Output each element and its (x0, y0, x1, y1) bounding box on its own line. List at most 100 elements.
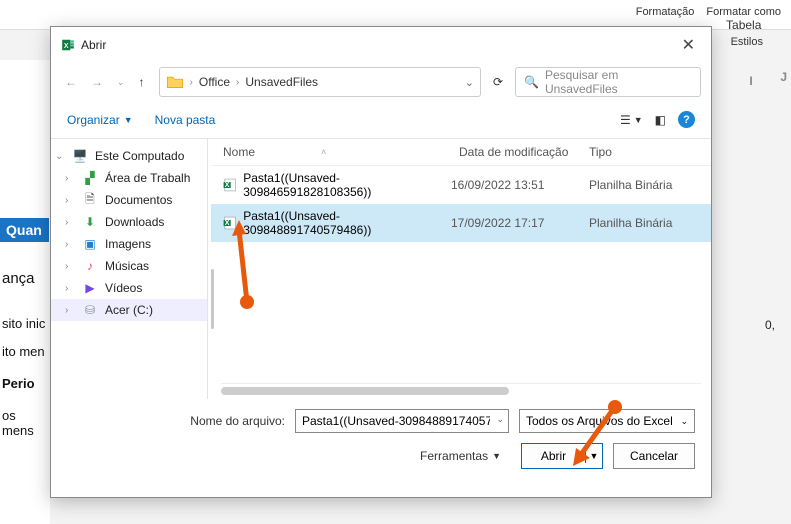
file-name: Pasta1((Unsaved-309846591828108356)) (243, 171, 443, 199)
sheet-cell: os mens (0, 406, 50, 440)
nav-pictures[interactable]: ›▣Imagens (51, 233, 207, 255)
sheet-header-cell: Quan (0, 218, 49, 242)
titlebar: X Abrir ✕ (51, 27, 711, 63)
cancel-button[interactable]: Cancelar (613, 443, 695, 469)
nav-this-pc[interactable]: ⌄🖥️Este Computado (51, 145, 207, 167)
forward-button: → (91, 75, 103, 89)
refresh-button[interactable]: ⟳ (487, 75, 509, 89)
sheet-cell: ito men (0, 342, 47, 361)
folder-icon (166, 75, 184, 89)
open-button[interactable]: Abrir ▼ (521, 443, 603, 469)
documents-icon: 🗎 (81, 192, 99, 208)
file-row[interactable]: X Pasta1((Unsaved-309848891740579486)) 17… (211, 204, 711, 242)
chevron-down-icon: ⌄ (55, 151, 65, 162)
sheet-cell-value: 0, (765, 318, 775, 332)
breadcrumb[interactable]: Office (199, 75, 230, 89)
nav-videos[interactable]: ›▶Vídeos (51, 277, 207, 299)
file-type: Planilha Binária (589, 216, 699, 230)
file-date: 16/09/2022 13:51 (451, 178, 581, 192)
recent-dd[interactable]: ⌄ (117, 77, 125, 88)
sheet-cell: Perio (0, 374, 37, 393)
tools-menu[interactable]: Ferramentas▼ (420, 449, 501, 463)
music-icon: ♪ (81, 258, 99, 274)
address-dropdown[interactable]: ⌄ (465, 76, 474, 89)
desktop-icon: ▞ (81, 170, 99, 186)
view-mode-button[interactable]: ☰▼ (620, 113, 643, 127)
filetype-value: Todos os Arquivos do Excel (526, 414, 673, 428)
col-date[interactable]: Data de modificação (459, 145, 589, 159)
preview-pane-button[interactable]: ◧ (655, 113, 666, 127)
excel-file-icon: X (223, 177, 237, 193)
file-date: 17/09/2022 17:17 (451, 216, 581, 230)
ribbon-format-as-table[interactable]: Formatar comoTabela (706, 6, 781, 23)
sheet-cell: ança (0, 268, 37, 289)
breadcrumb[interactable]: UnsavedFiles (245, 75, 318, 89)
list-icon: ☰ (620, 113, 631, 127)
col-name[interactable]: Nome˄ (223, 145, 459, 159)
chevron-down-icon[interactable]: ⌄ (496, 414, 504, 425)
chevron-right-icon: › (65, 283, 75, 294)
filetype-select[interactable]: Todos os Arquivos do Excel ⌄ (519, 409, 695, 433)
nav-drive-c[interactable]: ›⛁Acer (C:) (51, 299, 207, 321)
column-headers: Nome˄ Data de modificação Tipo (211, 139, 711, 166)
chevron-down-icon: ⌄ (680, 416, 688, 427)
sort-indicator-icon: ˄ (321, 147, 326, 157)
nav-documents[interactable]: ›🗎Documentos (51, 189, 207, 211)
nav-tree: ⌄🖥️Este Computado ›▞Área de Trabalh ›🗎Do… (51, 139, 207, 399)
col-type[interactable]: Tipo (589, 145, 699, 159)
chevron-right-icon: › (65, 173, 75, 184)
nav-music[interactable]: ›♪Músicas (51, 255, 207, 277)
toolbar: Organizar▼ Nova pasta ☰▼ ◧ ? (51, 105, 711, 139)
open-button-main[interactable]: Abrir (522, 449, 586, 463)
pc-icon: 🖥️ (71, 148, 89, 164)
sheet-left-column: Quan ança sito inic ito men Perio os men… (0, 60, 50, 524)
open-button-dropdown[interactable]: ▼ (586, 451, 602, 461)
pictures-icon: ▣ (81, 236, 99, 252)
chevron-right-icon: › (65, 195, 75, 206)
file-type: Planilha Binária (589, 178, 699, 192)
ribbon-conditional-formatting[interactable]: Formatação (636, 6, 695, 23)
svg-text:X: X (225, 219, 230, 227)
chevron-right-icon: › (65, 305, 75, 316)
chevron-right-icon: › (65, 239, 75, 250)
chevron-right-icon: › (65, 217, 75, 228)
chevron-right-icon[interactable]: › (236, 77, 239, 88)
help-button[interactable]: ? (678, 111, 695, 128)
drive-icon: ⛁ (81, 302, 99, 318)
videos-icon: ▶ (81, 280, 99, 296)
chevron-right-icon[interactable]: › (190, 77, 193, 88)
new-folder-button[interactable]: Nova pasta (155, 113, 216, 127)
svg-text:X: X (64, 43, 69, 50)
preview-icon: ◧ (655, 113, 666, 127)
search-icon: 🔍 (524, 75, 539, 89)
dialog-title: Abrir (81, 38, 676, 52)
nav-row: ← → ⌄ ↑ › Office › UnsavedFiles ⌄ ⟳ 🔍 Pe… (51, 63, 711, 105)
filename-input[interactable] (295, 409, 509, 433)
search-input[interactable]: 🔍 Pesquisar em UnsavedFiles (515, 67, 701, 97)
file-name: Pasta1((Unsaved-309848891740579486)) (243, 209, 443, 237)
excel-icon: X (61, 38, 75, 52)
nav-desktop[interactable]: ›▞Área de Trabalh (51, 167, 207, 189)
chevron-right-icon: › (65, 261, 75, 272)
nav-downloads[interactable]: ›⬇Downloads (51, 211, 207, 233)
svg-text:X: X (225, 181, 230, 189)
download-icon: ⬇ (81, 214, 99, 230)
search-placeholder: Pesquisar em UnsavedFiles (545, 68, 692, 96)
filename-label: Nome do arquivo: (190, 414, 285, 428)
chevron-down-icon: ▼ (492, 451, 501, 461)
ribbon-styles-group: Estilos (703, 30, 791, 54)
chevron-down-icon: ▼ (124, 115, 133, 125)
horizontal-scrollbar[interactable] (221, 383, 701, 399)
up-button[interactable]: ↑ (139, 75, 145, 89)
address-bar[interactable]: › Office › UnsavedFiles ⌄ (159, 67, 481, 97)
column-header[interactable]: I (711, 70, 791, 92)
organize-menu[interactable]: Organizar▼ (67, 113, 133, 127)
file-row[interactable]: X Pasta1((Unsaved-309846591828108356)) 16… (211, 166, 711, 204)
open-dialog: X Abrir ✕ ← → ⌄ ↑ › Office › UnsavedFile… (50, 26, 712, 498)
file-list: Nome˄ Data de modificação Tipo X Pasta1((… (211, 139, 711, 399)
sheet-right-columns: I (711, 60, 791, 92)
back-button[interactable]: ← (65, 75, 77, 89)
column-header[interactable]: J (780, 70, 787, 84)
splitter[interactable] (207, 139, 211, 399)
close-button[interactable]: ✕ (676, 33, 701, 57)
